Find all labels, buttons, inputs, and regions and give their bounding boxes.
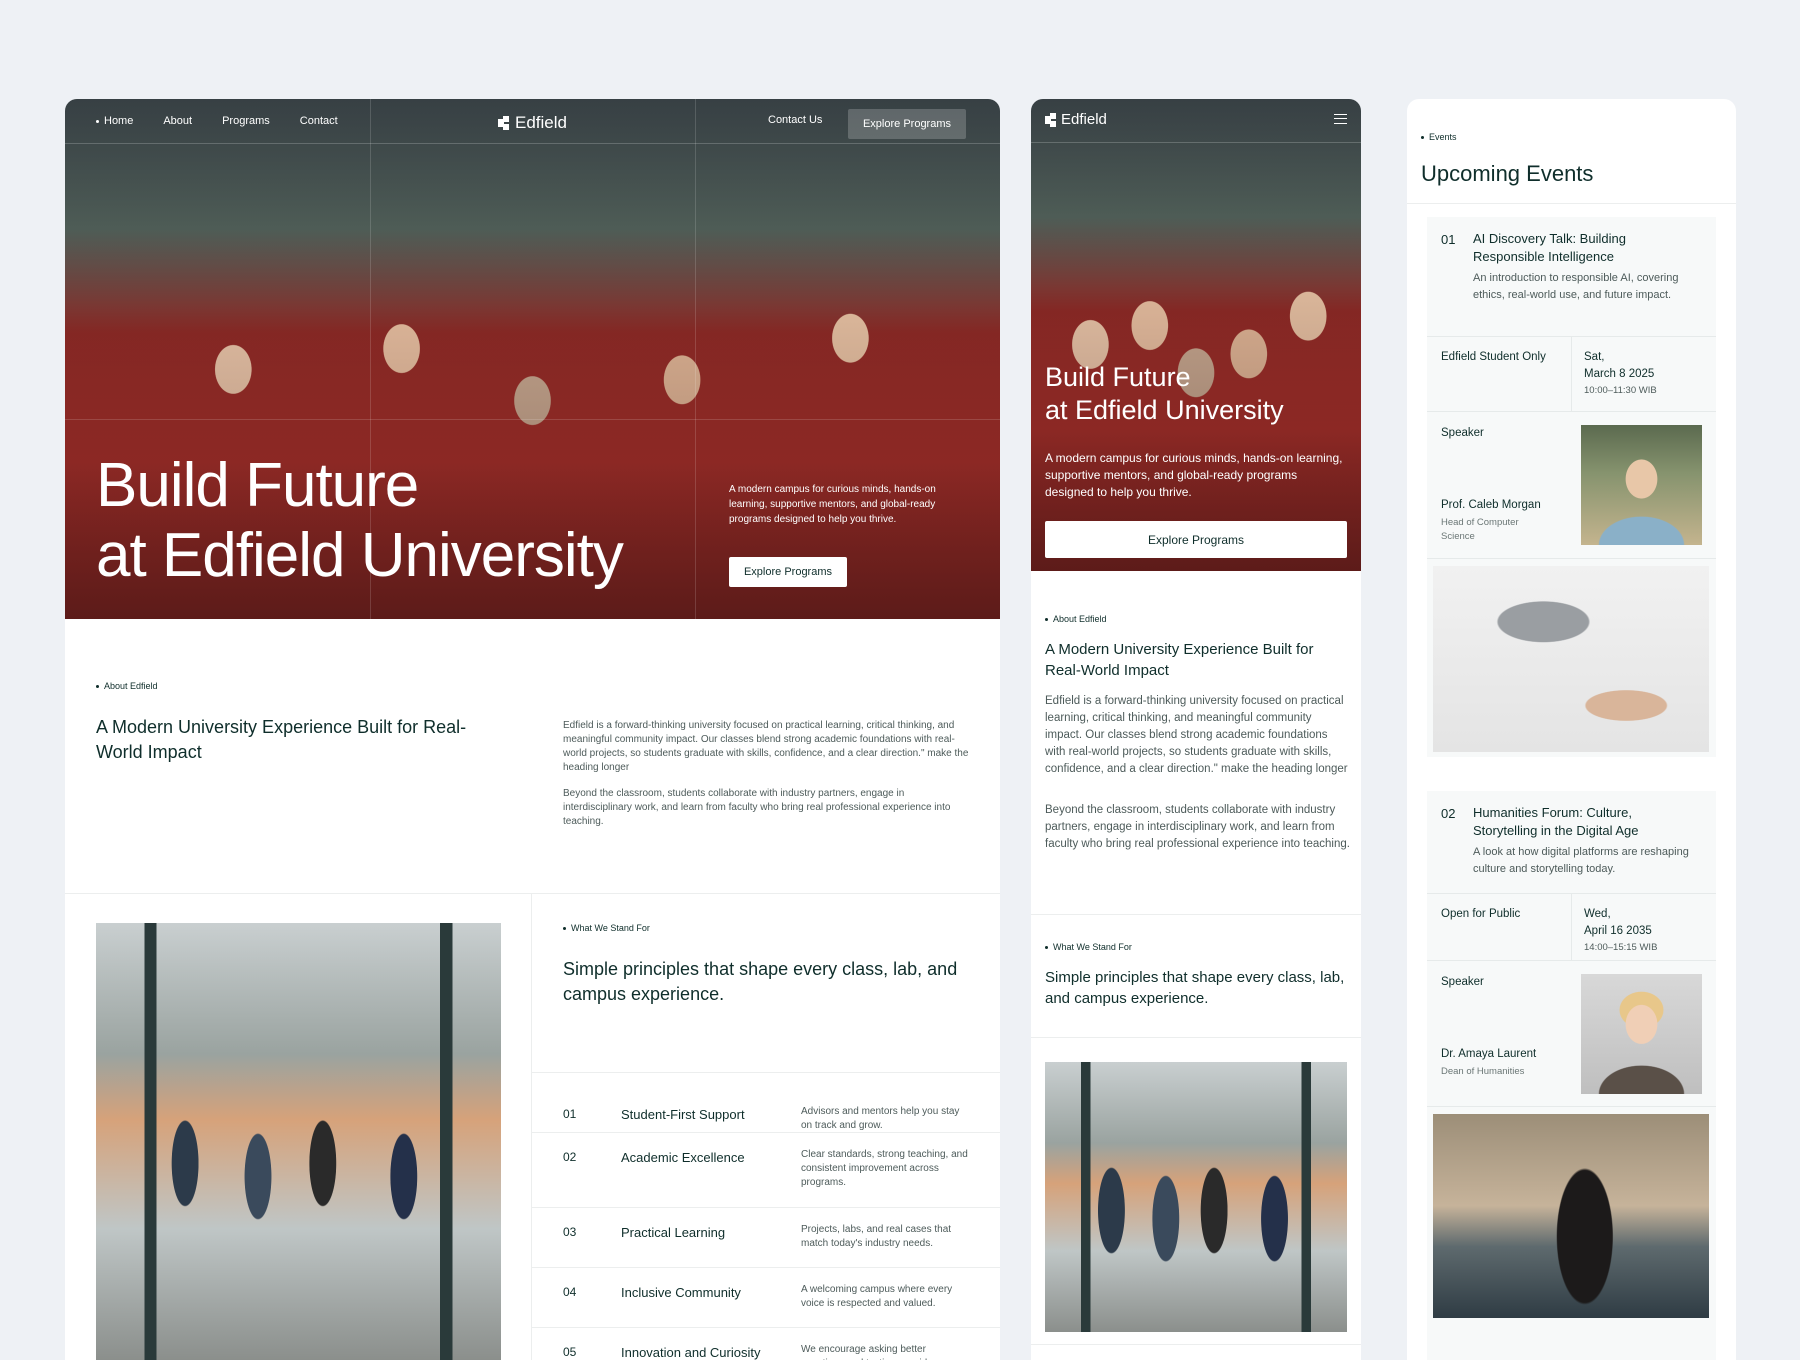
principle-desc: Projects, labs, and real cases that matc… — [801, 1224, 952, 1249]
bullet-dot-icon — [563, 926, 566, 930]
speaker-role: Head of Computer Science — [1441, 517, 1519, 542]
events-preview: Events Upcoming Events 01 AI Discovery T… — [1407, 99, 1736, 1360]
principle-row: 02 Academic Excellence Clear standards, … — [532, 1132, 1000, 1207]
logo[interactable]: Edfield — [498, 113, 567, 133]
event-audience: Edfield Student Only — [1441, 351, 1546, 363]
nav-programs[interactable]: Programs — [222, 115, 270, 127]
logo-mark-icon — [498, 116, 510, 130]
hero-subtitle: A modern campus for curious minds, hands… — [729, 484, 936, 525]
stand-tag: What We Stand For — [563, 923, 650, 933]
hero-explore-programs-button[interactable]: Explore Programs — [729, 557, 847, 587]
principle-title: Practical Learning — [621, 1225, 726, 1240]
event-cover-image — [1433, 566, 1709, 752]
event-number: 01 — [1441, 232, 1456, 247]
mobile-preview: Edfield Build Future at Edfield Universi… — [1031, 99, 1361, 1360]
principle-title: Academic Excellence — [621, 1150, 745, 1165]
principle-desc: We encourage asking better questions and… — [801, 1344, 946, 1360]
event-card[interactable]: 02 Humanities Forum: Culture, Storytelli… — [1427, 791, 1716, 1360]
bullet-dot-icon — [96, 684, 99, 688]
stand-heading: Simple principles that shape every class… — [563, 959, 958, 1004]
event-description: A look at how digital platforms are resh… — [1473, 846, 1689, 875]
event-cover-image — [1433, 1114, 1709, 1318]
desktop-preview: Home About Programs Contact Edfield Cont… — [65, 99, 1000, 1360]
principle-row: 03 Practical Learning Projects, labs, an… — [532, 1207, 1000, 1267]
nav-explore-programs-button[interactable]: Explore Programs — [848, 109, 966, 139]
about-paragraph-2: Beyond the classroom, students collabora… — [563, 788, 951, 827]
hero-explore-programs-button[interactable]: Explore Programs — [1045, 521, 1347, 558]
hero-section: Home About Programs Contact Edfield Cont… — [65, 99, 1000, 619]
nav-about[interactable]: About — [163, 115, 192, 127]
principle-title: Inclusive Community — [621, 1285, 741, 1300]
event-number: 02 — [1441, 806, 1456, 821]
students-hallway-image — [1045, 1062, 1347, 1332]
speaker-photo — [1581, 974, 1702, 1094]
menu-icon[interactable] — [1334, 114, 1347, 124]
speaker-name: Prof. Caleb Morgan — [1441, 499, 1541, 511]
event-title: AI Discovery Talk: Building Responsible … — [1473, 231, 1626, 264]
principle-desc: Advisors and mentors help you stay on tr… — [801, 1106, 960, 1131]
bullet-dot-icon — [1421, 135, 1424, 139]
bullet-dot-icon — [1045, 617, 1048, 621]
about-tag: About Edfield — [1045, 614, 1107, 624]
students-hallway-image — [96, 923, 501, 1360]
about-paragraph-1: Edfield is a forward-thinking university… — [1045, 695, 1348, 775]
stand-tag: What We Stand For — [1045, 942, 1132, 952]
speaker-role: Dean of Humanities — [1441, 1066, 1525, 1077]
speaker-photo — [1581, 425, 1702, 545]
principle-row: 01 Student-First Support Advisors and me… — [532, 1072, 1000, 1132]
nav-contact[interactable]: Contact — [300, 115, 338, 127]
event-description: An introduction to responsible AI, cover… — [1473, 272, 1679, 301]
speaker-name: Dr. Amaya Laurent — [1441, 1048, 1537, 1060]
about-paragraph-1: Edfield is a forward-thinking university… — [563, 720, 969, 773]
principle-title: Innovation and Curiosity — [621, 1345, 761, 1360]
logo[interactable]: Edfield — [1045, 111, 1107, 128]
speaker-label: Speaker — [1441, 976, 1484, 988]
hero-title: Build Future at Edfield University — [96, 451, 624, 590]
event-time: 10:00–11:30 WIB — [1584, 385, 1657, 396]
principle-row: 04 Inclusive Community A welcoming campu… — [532, 1267, 1000, 1327]
bullet-dot-icon — [1045, 945, 1048, 949]
event-title: Humanities Forum: Culture, Storytelling … — [1473, 805, 1639, 838]
about-tag: About Edfield — [96, 681, 158, 691]
contact-us-link[interactable]: Contact Us — [768, 114, 822, 126]
event-day: Wed, — [1584, 908, 1611, 920]
mobile-top-nav: Edfield — [1031, 99, 1361, 143]
bullet-dot-icon — [96, 119, 99, 123]
principle-desc: A welcoming campus where every voice is … — [801, 1284, 953, 1309]
logo-mark-icon — [1045, 112, 1057, 127]
hero-subtitle: A modern campus for curious minds, hands… — [1045, 451, 1343, 499]
principle-row: 05 Innovation and Curiosity We encourage… — [532, 1327, 1000, 1360]
stand-heading: Simple principles that shape every class… — [1045, 969, 1345, 1007]
about-paragraph-2: Beyond the classroom, students collabora… — [1045, 804, 1350, 850]
principle-title: Student-First Support — [621, 1107, 745, 1122]
event-date: April 16 2035 — [1584, 925, 1652, 937]
about-heading: A Modern University Experience Built for… — [1045, 641, 1314, 679]
principle-desc: Clear standards, strong teaching, and co… — [801, 1149, 968, 1188]
event-card[interactable]: 01 AI Discovery Talk: Building Responsib… — [1427, 217, 1716, 757]
event-audience: Open for Public — [1441, 908, 1521, 920]
events-heading: Upcoming Events — [1421, 161, 1594, 186]
speaker-label: Speaker — [1441, 427, 1484, 439]
events-tag: Events — [1421, 132, 1457, 142]
mobile-hero-section: Edfield Build Future at Edfield Universi… — [1031, 99, 1361, 571]
hero-title: Build Future at Edfield University — [1045, 362, 1284, 425]
event-day: Sat, — [1584, 351, 1605, 363]
about-heading: A Modern University Experience Built for… — [96, 717, 467, 762]
event-time: 14:00–15:15 WIB — [1584, 942, 1658, 953]
nav-home[interactable]: Home — [96, 115, 133, 127]
event-date: March 8 2025 — [1584, 368, 1655, 380]
